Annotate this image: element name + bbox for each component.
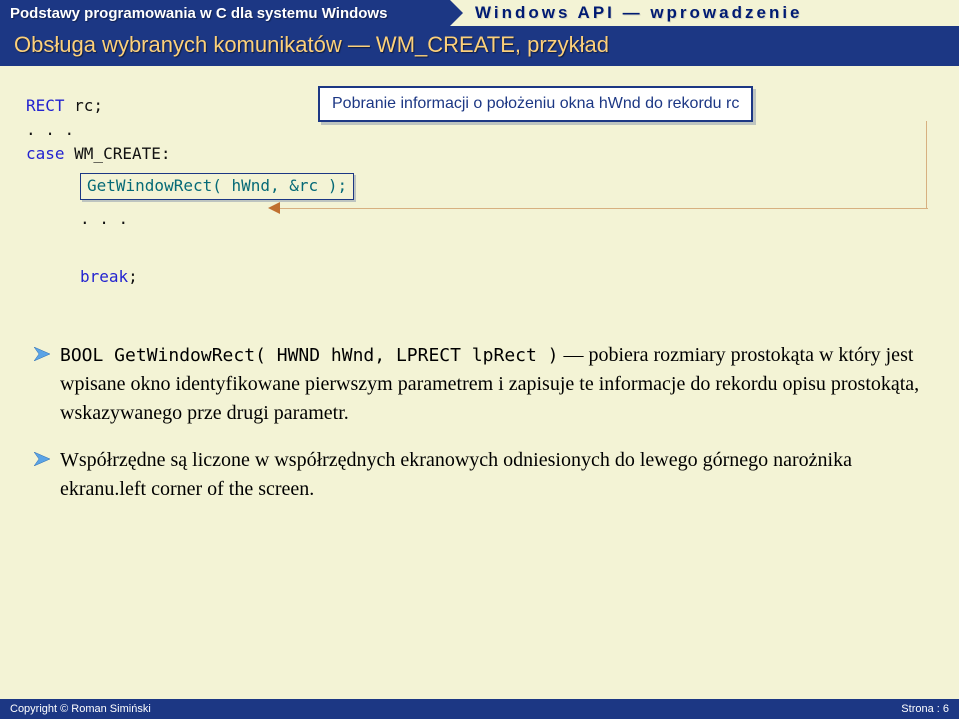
course-title: Podstawy programowania w C dla systemu W…	[0, 5, 387, 22]
bullet-icon	[34, 347, 50, 428]
code-text: ;	[128, 267, 138, 286]
list-item: BOOL GetWindowRect( HWND hWnd, LPRECT lp…	[34, 341, 921, 428]
header-bar: Podstawy programowania w C dla systemu W…	[0, 0, 959, 26]
chevron-right-icon	[450, 0, 463, 26]
copyright: Copyright © Roman Simiński	[10, 703, 151, 715]
code-text: . . .	[26, 118, 933, 142]
description-text: Współrzędne są liczone w współrzędnych e…	[60, 446, 921, 504]
description: BOOL GetWindowRect( HWND hWnd, LPRECT lp…	[26, 341, 933, 504]
code-keyword: break	[80, 267, 128, 286]
section-title: Windows API — wprowadzenie	[475, 0, 803, 26]
code-keyword: case	[26, 144, 65, 163]
slide-title: Obsługa wybranych komunikatów — WM_CREAT…	[0, 26, 959, 66]
list-item: Współrzędne są liczone w współrzędnych e…	[34, 446, 921, 504]
page-number: Strona : 6	[901, 703, 949, 715]
code-text: rc;	[65, 96, 104, 115]
highlighted-call: GetWindowRect( hWnd, &rc );	[80, 173, 354, 200]
code-keyword: RECT	[26, 96, 65, 115]
code-text: WM_CREATE:	[65, 144, 171, 163]
code-text: . . .	[26, 207, 933, 231]
code-block: RECT rc; . . . case WM_CREATE: GetWindow…	[26, 94, 933, 289]
bullet-icon	[34, 452, 50, 504]
function-signature: BOOL GetWindowRect( HWND hWnd, LPRECT lp…	[60, 345, 559, 366]
footer: Copyright © Roman Simiński Strona : 6	[0, 699, 959, 719]
slide-content: Pobranie informacji o położeniu okna hWn…	[0, 66, 959, 542]
